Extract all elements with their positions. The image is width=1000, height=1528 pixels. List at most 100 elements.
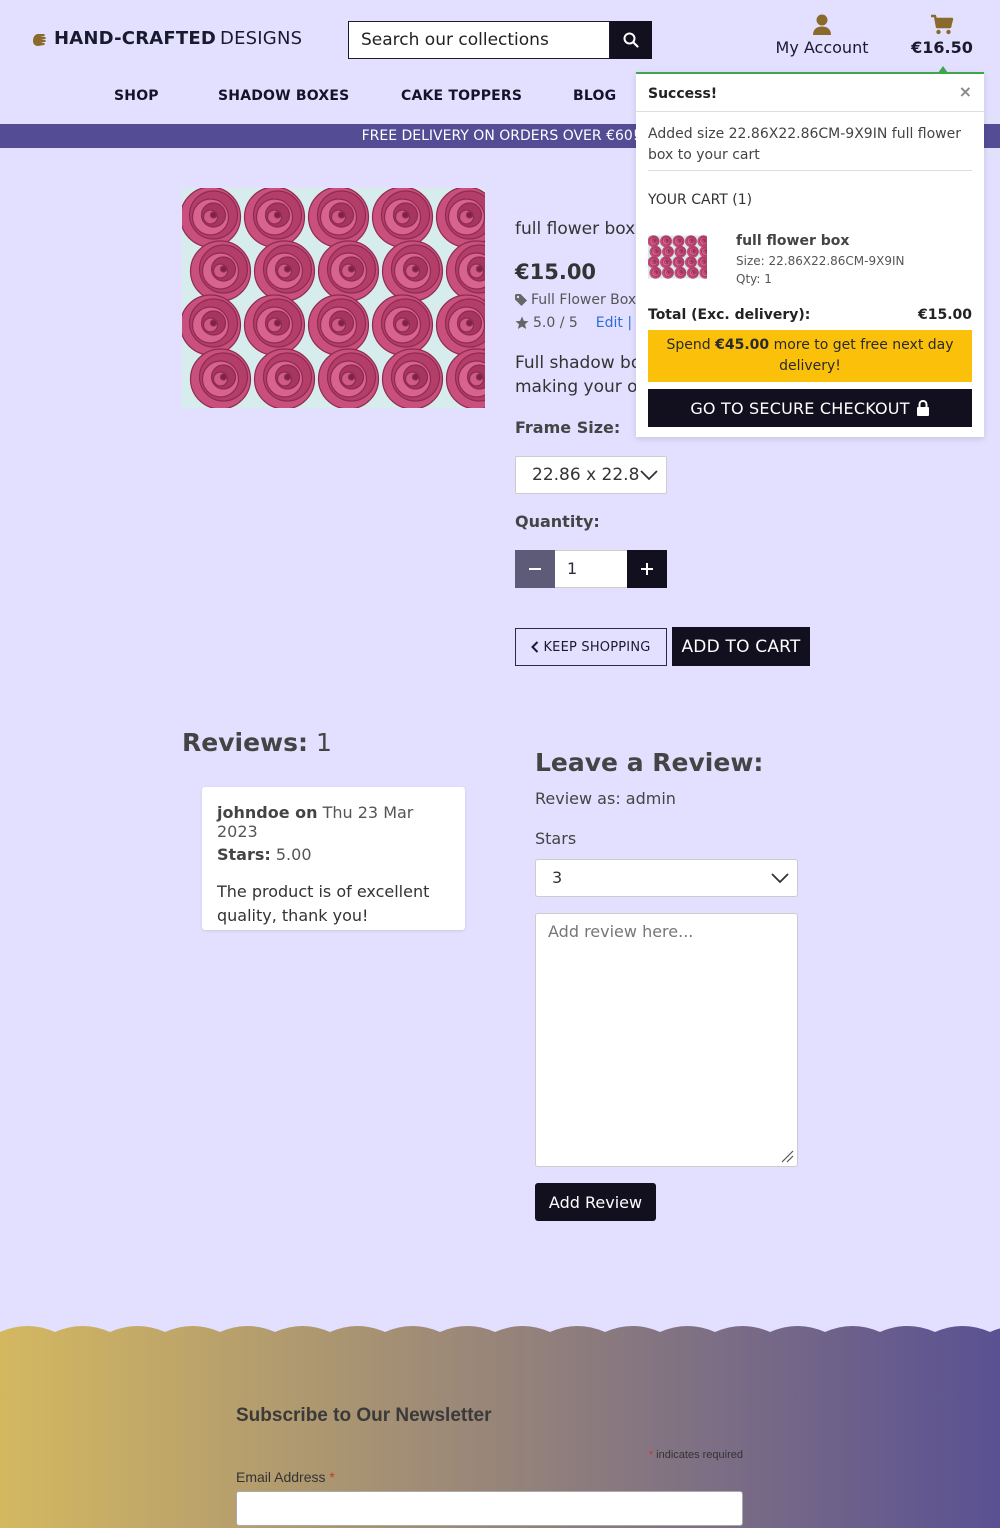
cart-item-thumbnail[interactable] xyxy=(648,235,707,279)
minus-icon xyxy=(529,568,541,570)
rose-petal-ring xyxy=(690,261,693,263)
your-cart-label: YOUR CART (1) xyxy=(648,192,753,208)
rose-petal-ring xyxy=(680,271,682,274)
rose-petal-ring xyxy=(475,373,484,381)
site-logo[interactable]: HAND-CRAFTED DESIGNS xyxy=(30,28,302,49)
review-stars-value: 5.00 xyxy=(275,845,312,864)
rose-petal-ring xyxy=(465,319,474,327)
search-bar xyxy=(348,21,652,59)
chevron-down-icon xyxy=(771,873,789,884)
hand-logo-icon xyxy=(33,33,46,46)
rose-petal-ring xyxy=(273,211,282,219)
rose-petal-ring xyxy=(703,240,705,242)
rose-petal-ring xyxy=(219,373,228,381)
checkout-label: GO TO SECURE CHECKOUT xyxy=(690,398,910,418)
frame-size-select[interactable]: 22.86 x 22.8 xyxy=(515,456,667,494)
newsletter-title: Subscribe to Our Newsletter xyxy=(236,1405,492,1426)
quantity-increase-button[interactable] xyxy=(627,550,667,588)
leave-review-heading: Leave a Review: xyxy=(535,748,764,777)
rose-petal-ring xyxy=(219,265,228,273)
cart-item-size: Size: 22.86X22.86CM-9X9IN xyxy=(736,254,905,268)
cart-popup: Success! × Added size 22.86X22.86CM-9X9I… xyxy=(636,66,984,437)
rose-petal-ring xyxy=(283,373,292,381)
free-delivery-notice: Spend €45.00 more to get free next day d… xyxy=(648,330,972,382)
review-textarea[interactable] xyxy=(535,913,798,1167)
product-title: full flower box xyxy=(515,219,636,239)
reviews-heading-label: Reviews: xyxy=(182,728,309,757)
rose-petal-ring xyxy=(653,261,655,263)
quantity-decrease-button[interactable] xyxy=(515,550,555,588)
rose-petal-ring xyxy=(411,265,420,273)
email-required-star: * xyxy=(329,1469,335,1485)
search-icon xyxy=(623,32,639,48)
popup-message: Added size 22.86X22.86CM-9X9IN full flow… xyxy=(648,126,961,163)
cart-total: €16.50 xyxy=(911,38,973,57)
rose-petal-ring xyxy=(475,265,484,273)
quantity-input[interactable]: 1 xyxy=(555,550,627,588)
spend-post: more to get free next day delivery! xyxy=(773,337,954,374)
stars-label: Stars xyxy=(535,829,577,848)
reviews-heading: Reviews: 1 xyxy=(182,728,332,757)
review-author: johndoe on xyxy=(217,803,318,822)
cart-link[interactable]: €16.50 xyxy=(908,14,976,57)
rose-petal-ring xyxy=(655,250,657,253)
stars-select[interactable]: 3 xyxy=(535,859,798,897)
nav-item-blog[interactable]: BLOG xyxy=(573,88,616,104)
rose-petal-ring xyxy=(692,250,695,253)
email-label-text: Email Address xyxy=(236,1469,326,1485)
email-field[interactable] xyxy=(236,1491,743,1526)
quantity-stepper: 1 xyxy=(515,550,667,588)
product-image[interactable] xyxy=(182,188,485,408)
add-to-cart-button[interactable]: ADD TO CART xyxy=(672,627,810,666)
rose-petal-ring xyxy=(401,211,410,219)
cart-item-picture xyxy=(648,235,707,279)
rose-petal-ring xyxy=(667,271,670,274)
add-to-cart-label: ADD TO CART xyxy=(681,636,801,657)
lock-icon xyxy=(916,400,929,416)
nav-item-shadow-boxes[interactable]: SHADOW BOXES xyxy=(218,88,349,104)
cart-icon xyxy=(931,14,954,35)
rose-petal-ring xyxy=(337,319,346,327)
chevron-down-icon xyxy=(640,470,658,481)
rose-petal-ring xyxy=(209,319,218,327)
review-stars-label: Stars: xyxy=(217,845,271,864)
rose-petal-ring xyxy=(705,271,707,274)
keep-shopping-label: KEEP SHOPPING xyxy=(543,639,651,655)
popup-title: Success! xyxy=(648,86,718,102)
rose-petal-ring xyxy=(401,319,410,327)
nav-item-shop[interactable]: SHOP xyxy=(114,88,159,104)
promo-banner-text: FREE DELIVERY ON ORDERS OVER €60! xyxy=(361,128,639,144)
review-card: johndoe on Thu 23 Mar 2023 Stars: 5.00 T… xyxy=(202,787,465,930)
user-icon xyxy=(813,14,831,35)
secure-checkout-button[interactable]: GO TO SECURE CHECKOUT xyxy=(648,389,972,427)
keep-shopping-button[interactable]: KEEP SHOPPING xyxy=(515,628,667,666)
rose-petal-ring xyxy=(665,261,668,263)
star-icon xyxy=(515,316,529,329)
cart-item-name[interactable]: full flower box xyxy=(736,233,849,249)
add-review-button[interactable]: Add Review xyxy=(535,1183,656,1221)
product-tag[interactable]: Full Flower Box xyxy=(515,292,636,308)
required-note-text: indicates required xyxy=(656,1449,743,1461)
close-icon[interactable]: × xyxy=(959,82,972,101)
cart-total-row: Total (Exc. delivery): €15.00 xyxy=(648,307,972,323)
tag-icon xyxy=(515,294,527,306)
popup-divider xyxy=(648,170,972,171)
rose-petal-ring xyxy=(209,211,218,219)
logo-text-thin: DESIGNS xyxy=(220,28,303,49)
search-button[interactable] xyxy=(610,21,652,59)
product-description: Full shadow bo making your ov xyxy=(515,351,640,399)
product-rating: 5.0 / 5 Edit | xyxy=(515,315,632,331)
my-account-link[interactable]: My Account xyxy=(772,14,872,57)
rose-petal-ring xyxy=(678,240,680,242)
edit-product-link[interactable]: Edit | xyxy=(596,315,632,331)
quantity-label: Quantity: xyxy=(515,512,600,531)
spend-pre: Spend xyxy=(666,337,711,353)
rose-petal-ring xyxy=(665,240,668,242)
product-rating-value: 5.0 / 5 xyxy=(533,315,578,331)
search-input[interactable] xyxy=(348,21,610,59)
add-review-label: Add Review xyxy=(548,1192,643,1212)
resize-grip-icon[interactable] xyxy=(780,1149,794,1163)
rose-petal-ring xyxy=(347,373,356,381)
nav-item-cake-toppers[interactable]: CAKE TOPPERS xyxy=(401,88,522,104)
rose-petal-ring xyxy=(678,261,680,263)
